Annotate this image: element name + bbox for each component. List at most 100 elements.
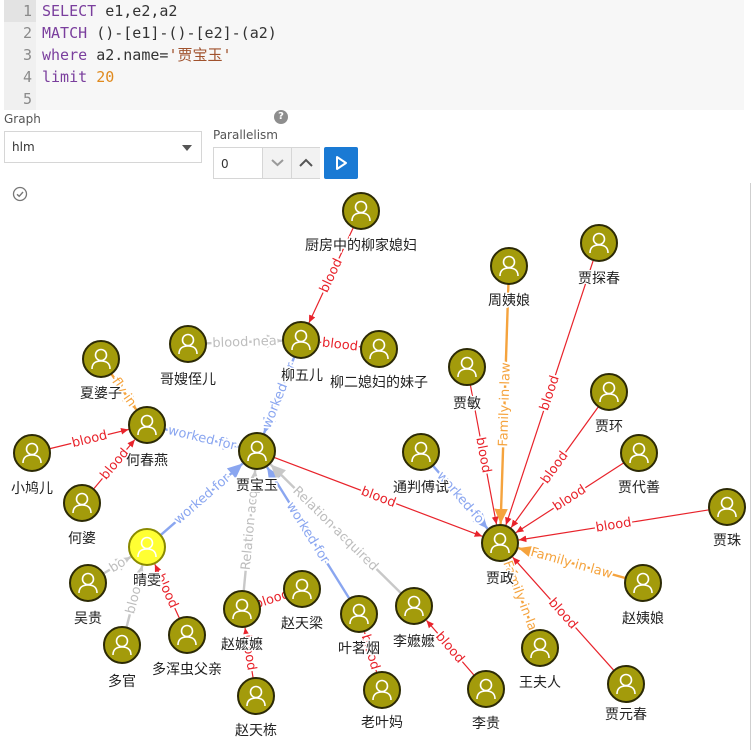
- chevron-up-icon: [299, 158, 313, 167]
- node-circle[interactable]: [128, 406, 166, 444]
- code-line[interactable]: 4 limit 20: [4, 66, 744, 88]
- edge-label: Family in law: [529, 545, 614, 582]
- node-label: 小鸠儿: [11, 480, 53, 497]
- node-label: 赵天梁: [281, 616, 323, 632]
- node-circle[interactable]: [169, 325, 207, 363]
- edge-label: blood: [551, 482, 589, 514]
- parallelism-input[interactable]: 0: [213, 147, 320, 179]
- graph-node[interactable]: 王夫人: [518, 629, 563, 693]
- graph-node[interactable]: 贾敏: [448, 348, 486, 414]
- graph-select[interactable]: hlm: [4, 131, 202, 163]
- code-token: '贾宝玉': [168, 46, 232, 64]
- graph-node[interactable]: 吴贵: [69, 564, 107, 629]
- code-line[interactable]: 1 SELECT e1,e2,a2: [4, 0, 744, 22]
- graph-node[interactable]: 贾政: [481, 524, 519, 589]
- node-circle[interactable]: [481, 524, 519, 562]
- line-number: 1: [4, 0, 36, 22]
- graph-node[interactable]: 贾珠: [708, 488, 746, 551]
- parallelism-value: 0: [221, 157, 229, 171]
- node-circle[interactable]: [624, 564, 662, 602]
- node-circle[interactable]: [620, 434, 658, 472]
- node-label: 多官: [108, 673, 136, 690]
- node-label: 贾珠: [713, 533, 741, 549]
- graph-node[interactable]: 何春燕: [125, 406, 170, 471]
- parallelism-label: Parallelism: [213, 128, 278, 142]
- edge-label: blood nea: [212, 334, 277, 351]
- node-circle[interactable]: [168, 616, 206, 654]
- code-line[interactable]: 5: [4, 88, 744, 110]
- node-circle[interactable]: [363, 671, 401, 709]
- graph-node[interactable]: 柳五儿: [280, 321, 325, 386]
- node-label: 何婆: [68, 531, 96, 547]
- graph-node[interactable]: 赵嬷嬷: [220, 590, 265, 655]
- edge-label: Relation acq: [239, 489, 262, 570]
- edge-label: blood: [359, 484, 398, 511]
- node-circle[interactable]: [590, 373, 628, 411]
- graph-canvas[interactable]: bloodbloodblood neablood nea bloodbloodwo…: [0, 183, 752, 750]
- line-number: 2: [4, 22, 36, 44]
- play-icon: [336, 156, 347, 170]
- node-circle[interactable]: [237, 677, 275, 715]
- node-circle[interactable]: [490, 247, 528, 285]
- graph-node[interactable]: 赵天栋: [234, 677, 279, 741]
- code-token: MATCH: [42, 24, 97, 42]
- node-label: 老叶妈: [361, 715, 403, 731]
- graph-node[interactable]: 贾元春: [604, 665, 649, 725]
- node-circle[interactable]: [63, 484, 101, 522]
- node-circle[interactable]: [448, 348, 486, 386]
- node-circle[interactable]: [282, 321, 320, 359]
- query-editor[interactable]: 1 SELECT e1,e2,a2 2 MATCH ()-[e1]-()-[e2]-(…: [4, 0, 744, 110]
- code-line[interactable]: 2 MATCH ()-[e1]-()-[e2]-(a2): [4, 22, 744, 44]
- graph-node[interactable]: 赵姨娘: [621, 564, 666, 629]
- graph-node[interactable]: 贾代善: [617, 434, 662, 498]
- node-circle[interactable]: [521, 629, 559, 667]
- node-circle[interactable]: [607, 665, 645, 703]
- line-number: 4: [4, 66, 36, 88]
- graph-node[interactable]: 周姨娘: [487, 247, 532, 311]
- graph-node[interactable]: 李嬷嬷: [392, 587, 437, 652]
- run-button[interactable]: [324, 147, 358, 179]
- node-circle[interactable]: [69, 564, 107, 602]
- node-circle[interactable]: [360, 330, 398, 368]
- node-label: 夏婆子: [80, 386, 122, 402]
- node-circle[interactable]: [223, 590, 261, 628]
- graph-node[interactable]: 厨房中的柳家媳妇: [304, 192, 419, 256]
- decrement-button[interactable]: [262, 148, 292, 178]
- graph-node[interactable]: 老叶妈: [360, 671, 405, 733]
- node-circle[interactable]: [395, 587, 433, 625]
- node-circle[interactable]: [82, 340, 120, 378]
- code-line[interactable]: 3 where a2.name='贾宝玉': [4, 44, 744, 66]
- graph-node[interactable]: 贾探春: [577, 224, 622, 289]
- graph-node[interactable]: 通判傅试: [392, 433, 451, 498]
- graph-node[interactable]: 李贵: [467, 670, 505, 734]
- node-circle[interactable]: [128, 528, 166, 566]
- node-circle[interactable]: [342, 192, 380, 230]
- graph-node[interactable]: 贾环: [590, 373, 628, 437]
- graph-label: Graph: [4, 112, 41, 126]
- graph-node[interactable]: 叶茗烟: [337, 595, 382, 659]
- graph-node[interactable]: 多官: [103, 626, 141, 692]
- node-circle[interactable]: [340, 595, 378, 633]
- graph-node[interactable]: 小鸠儿: [10, 434, 55, 499]
- node-label: 多浑虫父亲: [152, 661, 222, 678]
- node-circle[interactable]: [580, 224, 618, 262]
- node-circle[interactable]: [402, 433, 440, 471]
- node-circle[interactable]: [467, 670, 505, 708]
- node-label: 贾环: [595, 419, 623, 435]
- node-circle[interactable]: [708, 488, 746, 526]
- node-label: 赵嬷嬷: [221, 637, 263, 653]
- increment-button[interactable]: [291, 148, 320, 178]
- node-circle[interactable]: [238, 432, 276, 470]
- graph-node[interactable]: 夏婆子: [79, 340, 124, 404]
- graph-node[interactable]: 哥嫂侄儿: [159, 325, 218, 390]
- node-circle[interactable]: [283, 570, 321, 608]
- code-text: SELECT e1,e2,a2: [42, 0, 177, 22]
- node-label: 李嬷嬷: [393, 634, 435, 650]
- graph-node[interactable]: 何婆: [63, 484, 101, 549]
- graph-node[interactable]: 晴雯: [128, 528, 166, 591]
- help-icon[interactable]: ?: [274, 110, 288, 124]
- node-circle[interactable]: [103, 626, 141, 664]
- node-circle[interactable]: [13, 434, 51, 472]
- code-token: limit: [42, 68, 97, 86]
- graph-node[interactable]: 多浑虫父亲: [151, 616, 224, 680]
